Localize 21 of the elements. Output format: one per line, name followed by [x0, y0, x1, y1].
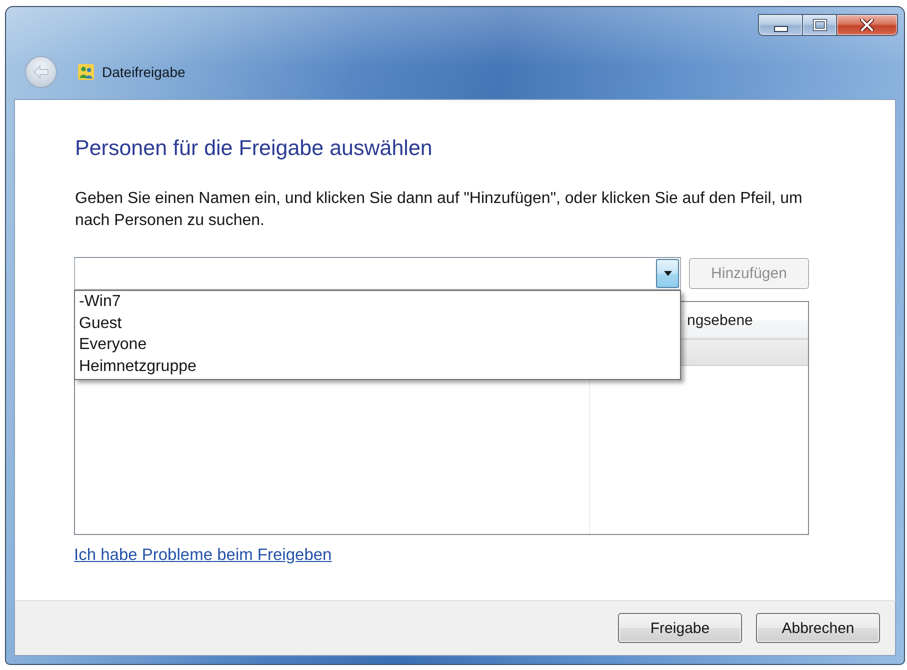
close-button[interactable] [836, 14, 898, 36]
close-icon [860, 19, 874, 31]
column-header[interactable]: ngsebene [687, 312, 753, 328]
instruction-text: Geben Sie einen Namen ein, und klicken Sie dann auf "Hinzufügen", oder klicken Sie auf den Pfeil, um nach Personen zu suchen. [74, 189, 804, 231]
people-icon [78, 64, 94, 80]
page-heading: Personen für die Freigabe auswählen [74, 135, 432, 161]
dropdown-option[interactable]: -Win7 [75, 291, 680, 312]
maximize-icon [812, 19, 826, 31]
maximize-button[interactable] [802, 14, 836, 36]
minimize-icon [774, 26, 788, 32]
arrow-left-icon [33, 65, 49, 79]
window-title: Dateifreigabe [102, 64, 186, 80]
dialog-button[interactable]: Freigabe [618, 613, 742, 643]
help-link[interactable]: Ich habe Probleme beim Freigeben [74, 546, 332, 564]
dialog-button[interactable]: Abbrechen [756, 613, 880, 643]
dropdown-button[interactable] [656, 259, 679, 288]
minimize-button[interactable] [758, 14, 802, 36]
caret-icon [664, 271, 672, 276]
dropdown-option[interactable]: Heimnetzgruppe [75, 356, 680, 377]
dropdown-option[interactable]: Everyone [75, 334, 680, 356]
dropdown-option[interactable]: Guest [75, 312, 680, 334]
